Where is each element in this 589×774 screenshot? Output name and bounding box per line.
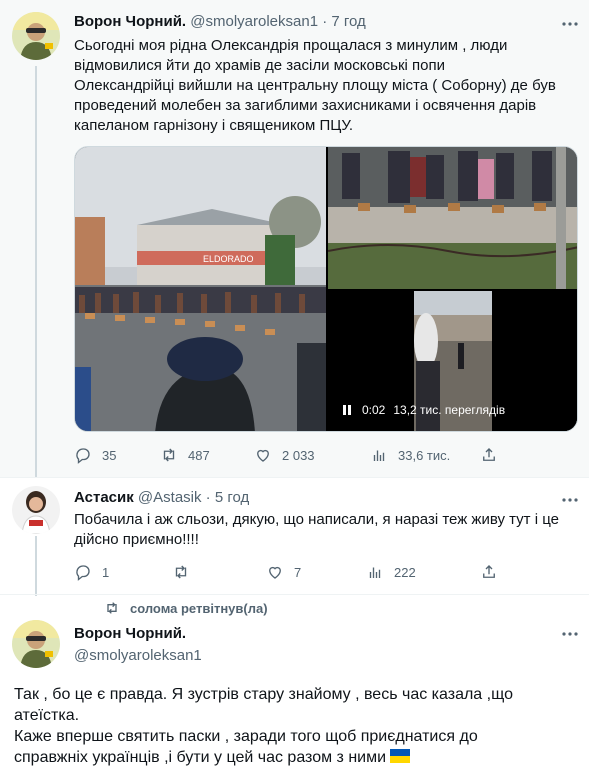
views-icon bbox=[369, 567, 381, 578]
tweet-text: Побачила і аж сльози, дякую, що написали… bbox=[74, 510, 579, 550]
separator: · bbox=[205, 489, 211, 506]
retweet-count: 487 bbox=[188, 447, 210, 463]
author-name-row: Ворон Чорний. bbox=[74, 624, 186, 644]
share-icon bbox=[483, 448, 495, 461]
text-line: Олександрійці вийшли на центральну площу… bbox=[74, 77, 556, 94]
timestamp[interactable]: 7 год bbox=[331, 13, 365, 30]
thread-line bbox=[35, 536, 37, 596]
retweet-button[interactable]: 487 bbox=[160, 445, 210, 465]
view-count: 33,6 тис. bbox=[398, 447, 451, 463]
more-icon[interactable] bbox=[560, 490, 580, 510]
author-name[interactable]: Астасик bbox=[74, 489, 134, 506]
views-icon bbox=[373, 450, 385, 461]
like-button[interactable]: 2 033 bbox=[254, 445, 315, 465]
avatar[interactable] bbox=[12, 12, 60, 60]
text-line: відмовилися йти до храмів де засіли моск… bbox=[74, 57, 445, 74]
photo-crowd-square[interactable]: ELDORADO bbox=[75, 147, 326, 431]
text-line: капеланом гарнізону і священиком ПЦУ. bbox=[74, 117, 354, 134]
reply-count: 1 bbox=[102, 564, 110, 580]
photo-baskets-row[interactable] bbox=[328, 147, 577, 289]
retweet-context[interactable]: солома ретвітнув(ла) bbox=[104, 600, 268, 616]
timestamp[interactable]: 5 год bbox=[215, 489, 249, 506]
tweet-header: Астасик @Astasik · 5 год bbox=[74, 488, 249, 508]
text-line: дійсно приємно!!!! bbox=[74, 531, 199, 548]
author-handle[interactable]: @smolyaroleksan1 bbox=[74, 647, 202, 664]
ukraine-flag-emoji bbox=[390, 749, 411, 763]
like-button[interactable]: 7 bbox=[266, 562, 301, 582]
separator: · bbox=[322, 13, 328, 30]
pause-icon[interactable] bbox=[340, 403, 354, 417]
retweet-button[interactable] bbox=[172, 562, 200, 582]
text-line: Каже вперше святить паски , заради того … bbox=[14, 728, 478, 745]
share-button[interactable] bbox=[480, 562, 498, 582]
more-icon[interactable] bbox=[560, 14, 580, 34]
avatar[interactable] bbox=[12, 486, 60, 534]
views-button[interactable]: 222 bbox=[366, 562, 416, 582]
author-name[interactable]: Ворон Чорний. bbox=[74, 13, 186, 30]
shop-sign: ELDORADO bbox=[203, 254, 254, 264]
like-count: 7 bbox=[294, 564, 302, 580]
text-line-last: справжніх українців ,і бути у цей час ра… bbox=[14, 747, 584, 768]
tweet-focused[interactable]: Ворон Чорний. @smolyaroleksan1 · 7 год С… bbox=[0, 0, 589, 477]
retweet-icon bbox=[163, 448, 175, 462]
reply-count: 35 bbox=[102, 447, 117, 463]
video-player[interactable]: 0:02 13,2 тис. переглядів bbox=[328, 291, 577, 431]
video-time: 0:02 bbox=[362, 403, 386, 417]
like-count: 2 033 bbox=[282, 447, 315, 463]
media-grid[interactable]: ELDORADO 0:02 13,2 тис. переглядів bbox=[74, 146, 578, 432]
like-icon bbox=[269, 566, 281, 579]
video-views: 13,2 тис. переглядів bbox=[393, 403, 506, 417]
author-handle[interactable]: @smolyaroleksan1 bbox=[190, 13, 318, 30]
text-line: Так , бо це є правда. Я зустрів стару зн… bbox=[14, 686, 513, 703]
text-line: проведений молебен за загиблими захисник… bbox=[74, 97, 537, 114]
thread-line bbox=[35, 66, 37, 477]
tweet-reply[interactable]: Астасик @Astasik · 5 год Побачила і аж с… bbox=[0, 478, 589, 596]
tweet-header: Ворон Чорний. @smolyaroleksan1 · 7 год bbox=[74, 12, 366, 32]
text-line: справжніх українців ,і бути у цей час ра… bbox=[14, 749, 387, 766]
author-handle[interactable]: @Astasik bbox=[138, 489, 202, 506]
tweet-text: Сьогодні моя рідна Олександрія прощалася… bbox=[74, 36, 579, 136]
more-icon[interactable] bbox=[560, 624, 580, 644]
avatar[interactable] bbox=[12, 620, 60, 668]
tweet-retweeted[interactable]: Ворон Чорний. @smolyaroleksan1 Так , бо … bbox=[0, 618, 589, 774]
views-button[interactable]: 33,6 тис. bbox=[370, 445, 450, 465]
reply-button[interactable]: 35 bbox=[74, 445, 116, 465]
divider bbox=[0, 594, 589, 595]
author-name[interactable]: Ворон Чорний. bbox=[74, 625, 186, 642]
author-handle-row: @smolyaroleksan1 bbox=[74, 646, 202, 666]
retweet-icon bbox=[107, 602, 117, 614]
tweet-actions: 35 487 2 033 33,6 тис. bbox=[74, 445, 579, 465]
text-line: Побачила і аж сльози, дякую, що написали… bbox=[74, 511, 559, 528]
reply-icon bbox=[76, 565, 90, 581]
tweet-text: Так , бо це є правда. Я зустрів стару зн… bbox=[14, 684, 584, 768]
text-line: атеїстка. bbox=[14, 707, 80, 724]
tweet-actions: 1 7 222 bbox=[74, 562, 579, 582]
share-button[interactable] bbox=[480, 445, 498, 465]
reply-button[interactable]: 1 bbox=[74, 562, 109, 582]
share-icon bbox=[483, 565, 495, 578]
reply-icon bbox=[76, 448, 90, 464]
view-count: 222 bbox=[394, 564, 416, 580]
text-line: Сьогодні моя рідна Олександрія прощалася… bbox=[74, 37, 508, 54]
retweet-icon bbox=[175, 565, 187, 579]
like-icon bbox=[257, 449, 269, 462]
retweet-context-text: солома ретвітнув(ла) bbox=[130, 600, 268, 616]
